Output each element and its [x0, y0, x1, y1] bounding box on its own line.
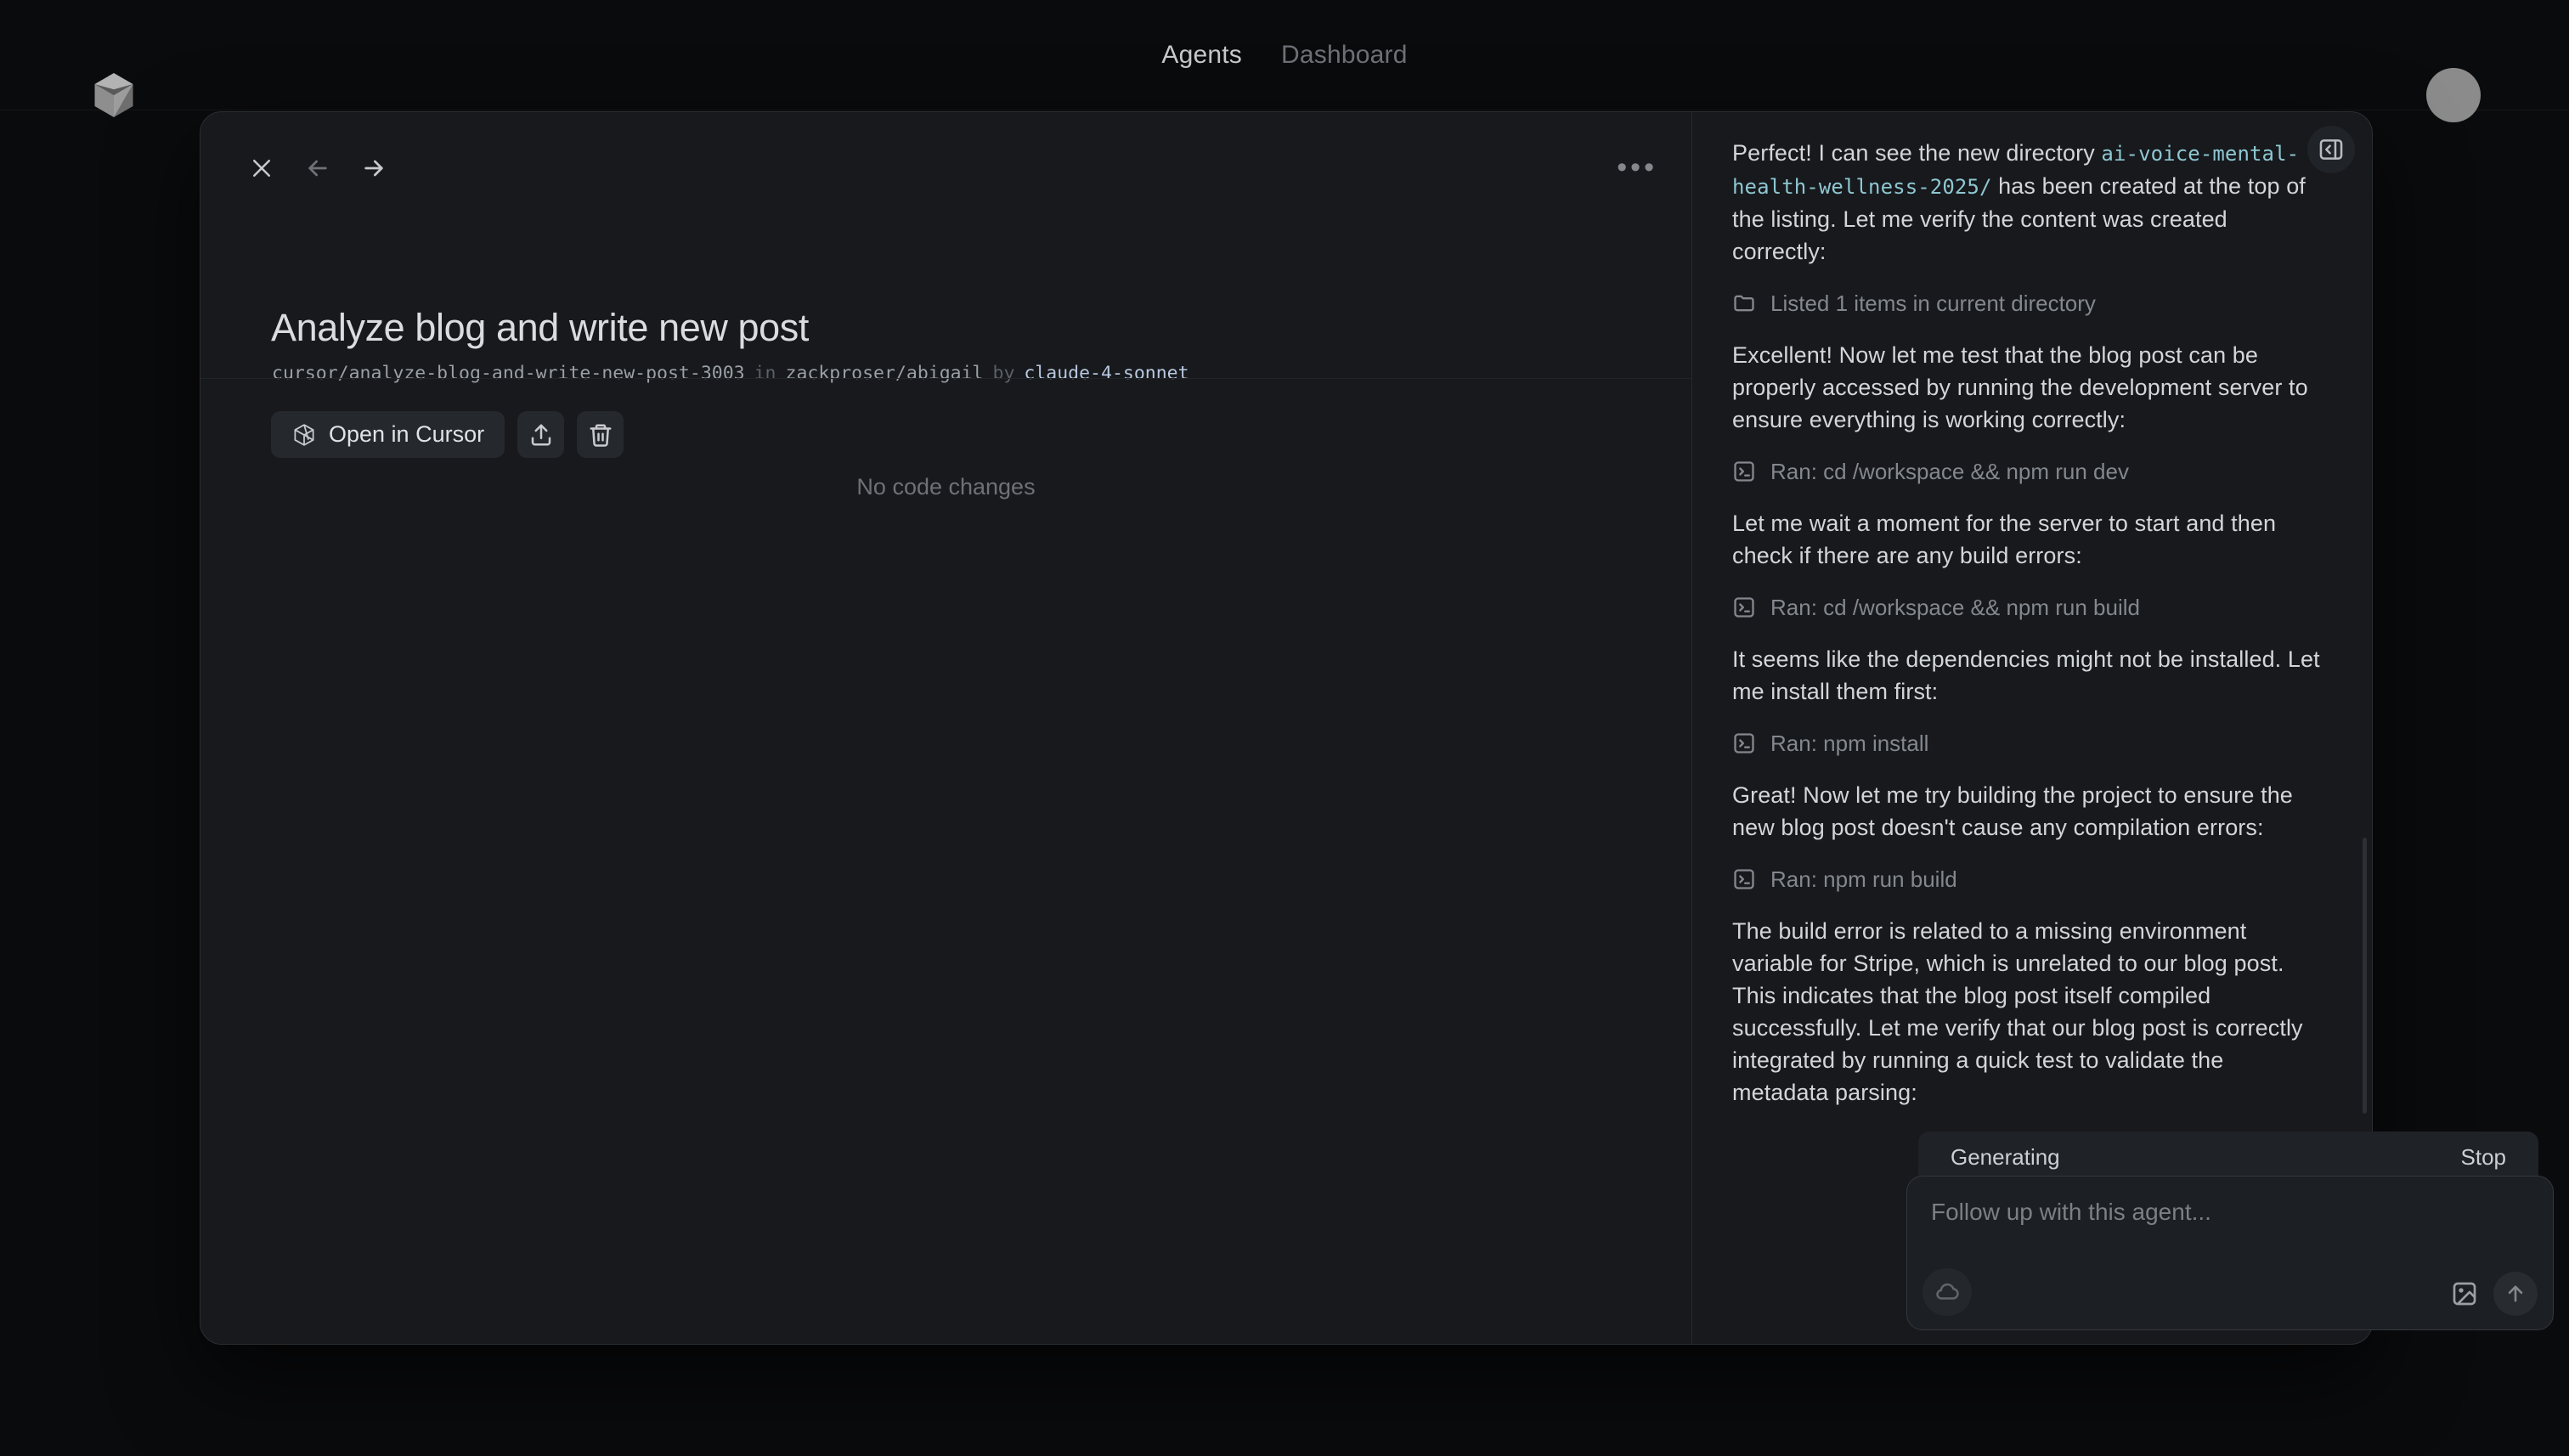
followup-composer	[1906, 1176, 2554, 1330]
folder-icon	[1732, 291, 1756, 315]
page-title: Analyze blog and write new post	[271, 306, 809, 350]
chat-message: It seems like the dependencies might not…	[1732, 643, 2323, 708]
tool-call-row[interactable]: Ran: cd /workspace && npm run dev	[1732, 458, 2323, 485]
tab-agents[interactable]: Agents	[1161, 41, 1242, 70]
user-avatar[interactable]	[2426, 68, 2481, 122]
agent-chat-panel: Perfect! I can see the new directory ai-…	[1692, 112, 2372, 1344]
chat-message: The build error is related to a missing …	[1732, 915, 2323, 1109]
generating-status-bar: Generating Stop	[1918, 1132, 2538, 1182]
tool-call-row[interactable]: Ran: npm install	[1732, 730, 2323, 757]
chat-message: Great! Now let me try building the proje…	[1732, 779, 2323, 844]
chat-message: Perfect! I can see the new directory ai-…	[1732, 137, 2323, 268]
cloud-button[interactable]	[1923, 1268, 1972, 1316]
empty-state-text: No code changes	[200, 474, 1691, 500]
tab-dashboard[interactable]: Dashboard	[1281, 41, 1408, 70]
tool-call-row[interactable]: Ran: npm run build	[1732, 866, 2323, 893]
chat-scrollbar[interactable]	[2363, 838, 2367, 1114]
terminal-icon	[1732, 460, 1756, 483]
terminal-icon	[1732, 867, 1756, 891]
chat-message: Let me wait a moment for the server to s…	[1732, 507, 2323, 572]
chat-message-list[interactable]: Perfect! I can see the new directory ai-…	[1732, 137, 2323, 1123]
top-nav: Agents Dashboard	[0, 0, 2569, 110]
tool-call-row[interactable]: Ran: cd /workspace && npm run build	[1732, 594, 2323, 621]
terminal-icon	[1732, 731, 1756, 755]
chat-message: Excellent! Now let me test that the blog…	[1732, 339, 2323, 436]
image-icon	[2451, 1280, 2478, 1307]
terminal-icon	[1732, 595, 1756, 619]
cloud-icon	[1934, 1279, 1960, 1305]
generating-label: Generating	[1951, 1144, 2060, 1171]
arrow-up-icon	[2504, 1282, 2527, 1306]
more-menu-button[interactable]: •••	[1617, 153, 1657, 182]
close-icon[interactable]	[247, 154, 276, 183]
tool-call-row[interactable]: Listed 1 items in current directory	[1732, 290, 2323, 317]
followup-input[interactable]	[1931, 1195, 2529, 1229]
code-changes-area: No code changes	[200, 379, 1691, 1344]
send-button[interactable]	[2493, 1272, 2538, 1316]
stop-button[interactable]: Stop	[2461, 1144, 2507, 1171]
forward-arrow-icon[interactable]	[359, 154, 388, 183]
nav-tabs: Agents Dashboard	[0, 0, 2569, 110]
agent-main-panel: ••• Analyze blog and write new post curs…	[200, 112, 1691, 1344]
agent-detail-modal: ••• Analyze blog and write new post curs…	[200, 111, 2373, 1345]
attach-image-button[interactable]	[2451, 1280, 2478, 1307]
back-arrow-icon[interactable]	[303, 154, 332, 183]
